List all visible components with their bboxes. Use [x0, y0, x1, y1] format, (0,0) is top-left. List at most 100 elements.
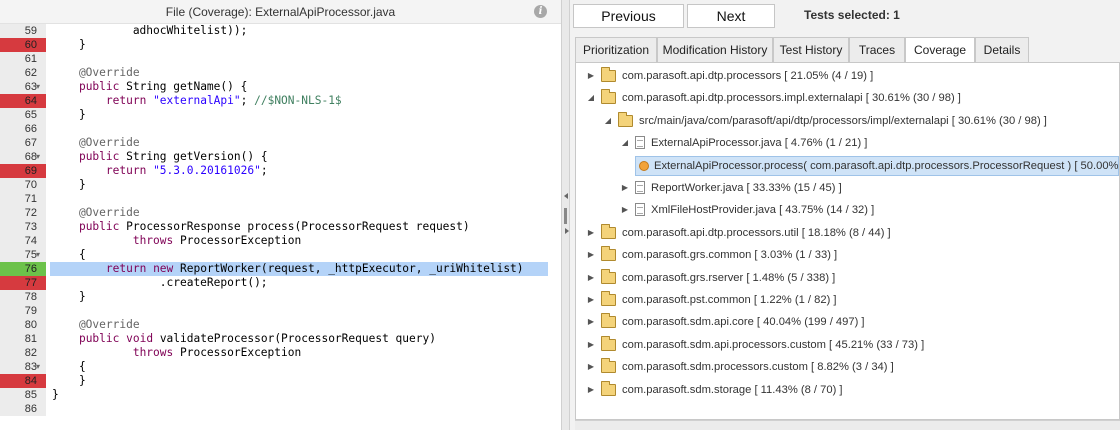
expanded-arrow-icon[interactable]: ◢	[603, 111, 613, 131]
code-text: }	[50, 108, 548, 122]
code-line: 81 public void validateProcessor(Process…	[0, 332, 561, 346]
tree-node[interactable]: ▶ com.parasoft.api.dtp.processors.util [ …	[576, 223, 1119, 243]
collapsed-arrow-icon[interactable]: ▶	[586, 66, 596, 86]
code-line: 63 ▾ public String getName() {	[0, 80, 561, 94]
collapsed-arrow-icon[interactable]: ▶	[620, 200, 630, 220]
code-line: 65 }	[0, 108, 561, 122]
tree-node[interactable]: ExternalApiProcessor.process( com.paraso…	[576, 155, 1119, 176]
expanded-arrow-icon[interactable]: ◢	[586, 88, 596, 108]
info-icon[interactable]: i	[534, 5, 547, 18]
collapsed-arrow-icon[interactable]: ▶	[586, 335, 596, 355]
line-number: 80	[0, 318, 46, 332]
tree-node-label: com.parasoft.sdm.api.processors.custom […	[622, 338, 925, 351]
code-line: 74 throws ProcessorException	[0, 234, 561, 248]
tree-node[interactable]: ▶ XmlFileHostProvider.java [ 43.75% (14 /…	[576, 200, 1119, 220]
code-text: }	[50, 388, 548, 402]
code-line: 66	[0, 122, 561, 136]
tree-node[interactable]: ▶ ReportWorker.java [ 33.33% (15 / 45) ]	[576, 178, 1119, 198]
code-token: @Override	[52, 136, 140, 149]
code-text: return "externalApi"; //$NON-NLS-1$	[50, 94, 548, 108]
code-token: String getName() {	[119, 80, 248, 93]
collapse-left-arrow-icon[interactable]	[564, 193, 568, 199]
tree-node[interactable]: ▶ com.parasoft.api.dtp.processors [ 21.05…	[576, 66, 1119, 86]
tree-node[interactable]: ▶ com.parasoft.sdm.storage [ 11.43% (8 / …	[576, 380, 1119, 400]
tests-selected-count: Tests selected: 1	[804, 8, 900, 22]
tab-modification-history[interactable]: Modification History	[657, 37, 773, 63]
code-line: 76 return new ReportWorker(request, _htt…	[0, 262, 561, 276]
code-token: "5.3.0.20161026"	[153, 164, 261, 177]
code-text: @Override	[50, 206, 548, 220]
collapsed-arrow-icon[interactable]: ▶	[586, 357, 596, 377]
code-line: 75 ▾ {	[0, 248, 561, 262]
line-number: 72	[0, 206, 46, 220]
fold-toggle-icon[interactable]: ▾	[36, 150, 40, 164]
tree-node[interactable]: ◢ ExternalApiProcessor.java [ 4.76% (1 / …	[576, 133, 1119, 153]
line-number: 67	[0, 136, 46, 150]
code-token: {	[52, 248, 86, 261]
line-number: 78	[0, 290, 46, 304]
code-text: }	[50, 290, 548, 304]
code-token: }	[52, 374, 86, 387]
tab-test-history[interactable]: Test History	[773, 37, 849, 63]
line-number: 76	[0, 262, 46, 276]
tree-node-label: src/main/java/com/parasoft/api/dtp/proce…	[639, 114, 1047, 127]
folder-icon	[601, 335, 616, 351]
code-view[interactable]: 59 adhocWhitelist)); 60 } 61 62 @Override 63…	[0, 24, 561, 416]
tree-node[interactable]: ◢ com.parasoft.api.dtp.processors.impl.ex…	[576, 88, 1119, 108]
fold-toggle-icon[interactable]: ▾	[36, 360, 40, 374]
tree-node[interactable]: ▶ com.parasoft.grs.common [ 3.03% (1 / 33…	[576, 245, 1119, 265]
tree-node-label: ExternalApiProcessor.java [ 4.76% (1 / 2…	[651, 137, 868, 150]
tree-node[interactable]: ▶ com.parasoft.pst.common [ 1.22% (1 / 82…	[576, 290, 1119, 310]
code-token: throws	[132, 234, 174, 247]
tree-node-label: com.parasoft.grs.rserver [ 1.48% (5 / 33…	[622, 271, 836, 284]
code-line: 77 .createReport();	[0, 276, 561, 290]
code-text: @Override	[50, 66, 548, 80]
code-token: "externalApi"	[153, 94, 241, 107]
tab-traces[interactable]: Traces	[849, 37, 905, 63]
folder-icon	[601, 67, 616, 82]
next-button[interactable]: Next	[687, 4, 775, 28]
expanded-arrow-icon[interactable]: ◢	[620, 133, 630, 153]
code-text: public String getName() {	[50, 80, 548, 94]
tab-coverage[interactable]: Coverage	[905, 37, 975, 64]
splitter-grip-icon[interactable]	[564, 208, 567, 224]
collapsed-arrow-icon[interactable]: ▶	[620, 178, 630, 198]
collapsed-arrow-icon[interactable]: ▶	[586, 223, 596, 243]
collapsed-arrow-icon[interactable]: ▶	[586, 268, 596, 288]
tab-prioritization[interactable]: Prioritization	[575, 37, 657, 63]
tree-node-label: com.parasoft.sdm.processors.custom [ 8.8…	[622, 361, 894, 374]
folder-icon	[601, 268, 616, 284]
code-coverage-pane: File (Coverage): ExternalApiProcessor.ja…	[0, 0, 561, 430]
line-number: 61	[0, 52, 46, 66]
pane-splitter[interactable]	[561, 0, 570, 430]
code-line: 78 }	[0, 290, 561, 304]
collapsed-arrow-icon[interactable]: ▶	[586, 290, 596, 310]
tree-node[interactable]: ▶ com.parasoft.sdm.api.core [ 40.04% (199…	[576, 312, 1119, 332]
code-token: }	[52, 388, 59, 401]
collapsed-arrow-icon[interactable]: ▶	[586, 380, 596, 400]
tree-node[interactable]: ▶ com.parasoft.grs.rserver [ 1.48% (5 / 3…	[576, 268, 1119, 288]
code-text: @Override	[50, 318, 548, 332]
previous-button[interactable]: Previous	[573, 4, 684, 28]
tree-node[interactable]: ▶ com.parasoft.sdm.processors.custom [ 8.…	[576, 357, 1119, 377]
code-text: {	[50, 360, 548, 374]
code-token: ;	[240, 94, 255, 107]
horizontal-scrollbar[interactable]	[575, 420, 1120, 430]
line-number: 84	[0, 374, 46, 388]
code-text: {	[50, 248, 548, 262]
collapsed-arrow-icon[interactable]: ▶	[586, 312, 596, 332]
tab-details[interactable]: Details	[975, 37, 1029, 63]
tree-node-label: com.parasoft.api.dtp.processors.impl.ext…	[622, 92, 961, 105]
tree-node[interactable]: ◢ src/main/java/com/parasoft/api/dtp/proc…	[576, 111, 1119, 131]
fold-toggle-icon[interactable]: ▾	[36, 80, 40, 94]
collapsed-arrow-icon[interactable]: ▶	[586, 245, 596, 265]
tree-node[interactable]: ▶ com.parasoft.sdm.api.processors.custom …	[576, 335, 1119, 355]
line-number: 85	[0, 388, 46, 402]
fold-toggle-icon[interactable]: ▾	[36, 248, 40, 262]
collapse-right-arrow-icon[interactable]	[565, 228, 569, 234]
